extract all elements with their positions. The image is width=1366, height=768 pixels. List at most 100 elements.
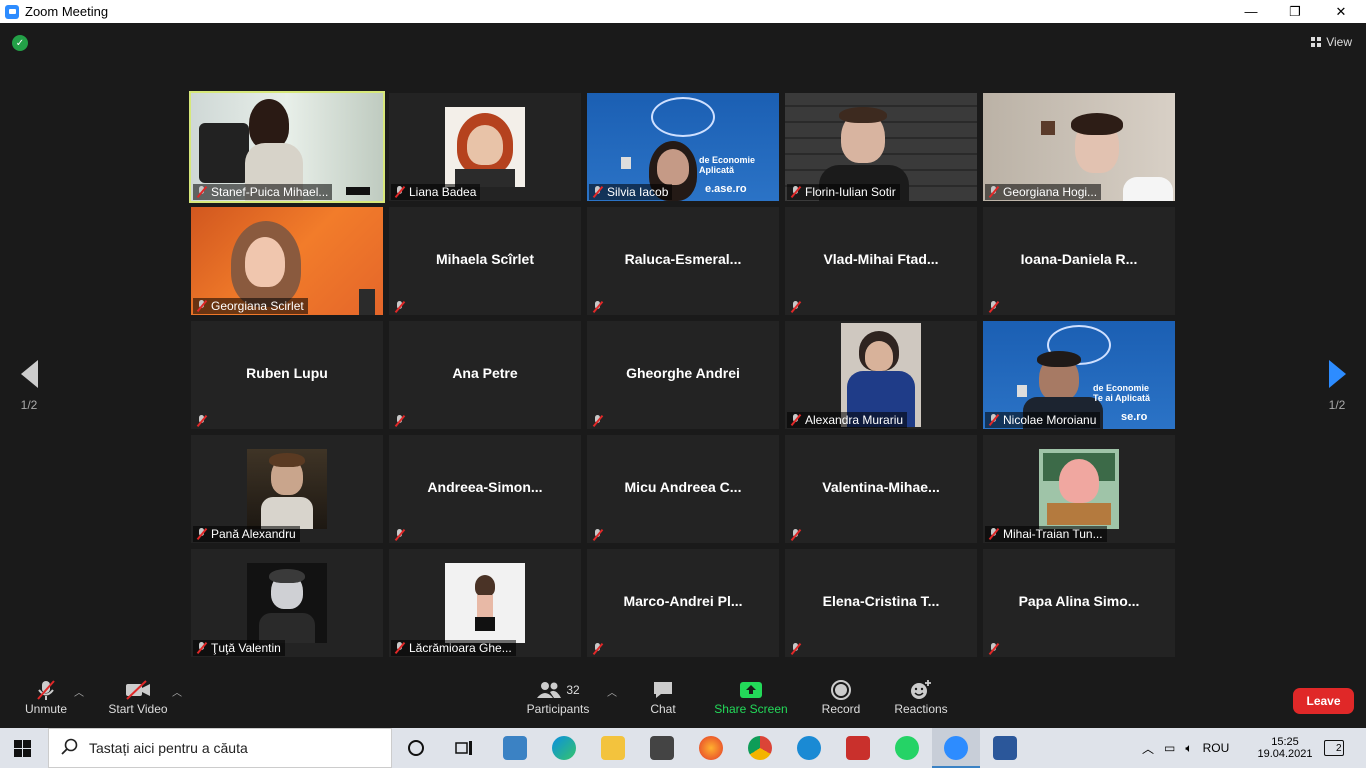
participant-tile[interactable]: Mihai-Traian Tun...: [983, 435, 1175, 543]
cortana-icon[interactable]: [407, 739, 425, 762]
participant-tile[interactable]: Micu Andreea C...: [587, 435, 779, 543]
participant-tile[interactable]: Valentina-Mihae...: [785, 435, 977, 543]
participant-tile[interactable]: Papa Alina Simo...: [983, 549, 1175, 657]
firefox-icon[interactable]: [699, 736, 723, 760]
start-video-label: Start Video: [108, 702, 168, 716]
zoom-taskbar-button[interactable]: [932, 728, 980, 768]
clock[interactable]: 15:25 19.04.2021: [1254, 728, 1316, 768]
red-app-icon[interactable]: [846, 736, 870, 760]
participant-tile[interactable]: Pană Alexandru: [191, 435, 383, 543]
chrome-icon[interactable]: [748, 736, 772, 760]
maximize-button[interactable]: ❐: [1272, 0, 1318, 23]
participant-tile[interactable]: Alexandra Murariu: [785, 321, 977, 429]
banner-site: e.ase.ro: [705, 183, 747, 195]
notifications-button[interactable]: 2: [1324, 728, 1344, 768]
participant-name: Ţuţă Valentin: [211, 641, 281, 655]
participant-tile[interactable]: Liana Badea: [389, 93, 581, 201]
participant-tile[interactable]: Raluca-Esmeral...: [587, 207, 779, 315]
store-icon[interactable]: [650, 736, 674, 760]
participant-name-center: Elena-Cristina T...: [822, 593, 940, 609]
participant-label: [787, 528, 805, 542]
video-options-caret[interactable]: ︿: [172, 684, 182, 699]
share-screen-button[interactable]: Share Screen: [714, 678, 788, 716]
muted-mic-icon: [988, 643, 999, 655]
chat-button[interactable]: Chat: [640, 678, 686, 716]
language-indicator[interactable]: ROU: [1203, 741, 1230, 755]
battery-icon[interactable]: ▭: [1164, 741, 1175, 755]
participants-count: 32: [566, 683, 580, 697]
participant-tile[interactable]: Georgiana Scirlet: [191, 207, 383, 315]
participant-tile[interactable]: Stanef-Puica Mihael...: [189, 91, 385, 203]
clock-time: 15:25: [1271, 736, 1299, 748]
task-view-icon[interactable]: [454, 739, 474, 762]
page-indicator-left: 1/2: [20, 398, 38, 412]
word-icon[interactable]: [993, 736, 1017, 760]
participant-tile[interactable]: de Economie Aplicată e.ase.ro Silvia Iacob: [587, 93, 779, 201]
participant-tile[interactable]: Ana Petre: [389, 321, 581, 429]
participant-tile[interactable]: Florin-Iulian Sotir: [785, 93, 977, 201]
participant-name-center: Andreea-Simon...: [427, 479, 543, 495]
participant-label: Pană Alexandru: [193, 526, 300, 542]
muted-mic-icon: [988, 186, 999, 198]
participant-tile[interactable]: Georgiana Hogi...: [983, 93, 1175, 201]
participant-tile[interactable]: Andreea-Simon...: [389, 435, 581, 543]
pc-app-icon[interactable]: [503, 736, 527, 760]
participant-tile[interactable]: Ţuţă Valentin: [191, 549, 383, 657]
participants-options-caret[interactable]: ︿: [607, 684, 617, 699]
participant-tile[interactable]: Gheorghe Andrei: [587, 321, 779, 429]
participant-name: Georgiana Scirlet: [211, 299, 304, 313]
windows-start-icon[interactable]: [14, 740, 31, 762]
record-icon: [830, 678, 852, 702]
edge-browser-icon[interactable]: [552, 736, 576, 760]
smiley-plus-icon: [909, 678, 933, 702]
participant-name-center: Papa Alina Simo...: [1018, 593, 1140, 609]
participant-label: [391, 300, 409, 314]
muted-mic-icon: [196, 300, 207, 312]
view-button[interactable]: View: [1311, 35, 1352, 49]
whatsapp-icon[interactable]: [895, 736, 919, 760]
muted-mic-icon: [790, 414, 801, 426]
muted-mic-icon: [592, 301, 603, 313]
unmute-button[interactable]: Unmute: [22, 678, 70, 716]
participant-label: Liana Badea: [391, 184, 481, 200]
muted-mic-icon: [394, 186, 405, 198]
participant-tile[interactable]: Mihaela Scîrlet: [389, 207, 581, 315]
participant-name-center: Valentina-Mihae...: [822, 479, 940, 495]
participant-label: [391, 414, 409, 428]
file-explorer-icon[interactable]: [601, 736, 625, 760]
muted-mic-icon: [196, 642, 207, 654]
record-button[interactable]: Record: [818, 678, 864, 716]
leave-button[interactable]: Leave: [1293, 688, 1354, 714]
participant-tile[interactable]: Ioana-Daniela R...: [983, 207, 1175, 315]
muted-mic-icon: [394, 529, 405, 541]
security-shield-icon[interactable]: ✓: [12, 35, 28, 51]
taskbar-search-box[interactable]: Tastați aici pentru a căuta: [48, 728, 392, 768]
tray-chevron-icon[interactable]: ︿: [1142, 740, 1154, 757]
reactions-button[interactable]: Reactions: [892, 678, 950, 716]
participant-tile[interactable]: Elena-Cristina T...: [785, 549, 977, 657]
previous-page-button[interactable]: 1/2: [14, 360, 44, 412]
record-label: Record: [821, 702, 861, 716]
internet-explorer-icon[interactable]: [797, 736, 821, 760]
muted-mic-icon: [394, 301, 405, 313]
muted-mic-icon: [790, 301, 801, 313]
participant-name: Pană Alexandru: [211, 527, 296, 541]
minimize-button[interactable]: —: [1228, 0, 1274, 23]
participant-tile[interactable]: Ruben Lupu: [191, 321, 383, 429]
close-button[interactable]: ✕: [1318, 0, 1364, 23]
next-page-button[interactable]: 1/2: [1322, 360, 1352, 412]
participant-label: [589, 300, 607, 314]
participant-label: [589, 642, 607, 656]
notification-icon: [1324, 740, 1344, 756]
participant-name-center: Micu Andreea C...: [624, 479, 742, 495]
audio-options-caret[interactable]: ︿: [74, 684, 84, 699]
participants-button[interactable]: 32 Participants: [526, 678, 590, 716]
volume-icon[interactable]: 🔈︎: [1185, 741, 1192, 756]
banner-site: se.ro: [1121, 411, 1148, 423]
participant-tile[interactable]: Vlad-Mihai Ftad...: [785, 207, 977, 315]
participant-tile[interactable]: de Economie Te ai Aplicată se.ro Nicolae Mo…: [983, 321, 1175, 429]
muted-microphone-icon: [35, 678, 57, 702]
participant-tile[interactable]: Lăcrămioara Ghe...: [389, 549, 581, 657]
start-video-button[interactable]: Start Video: [106, 678, 170, 716]
participant-tile[interactable]: Marco-Andrei Pl...: [587, 549, 779, 657]
